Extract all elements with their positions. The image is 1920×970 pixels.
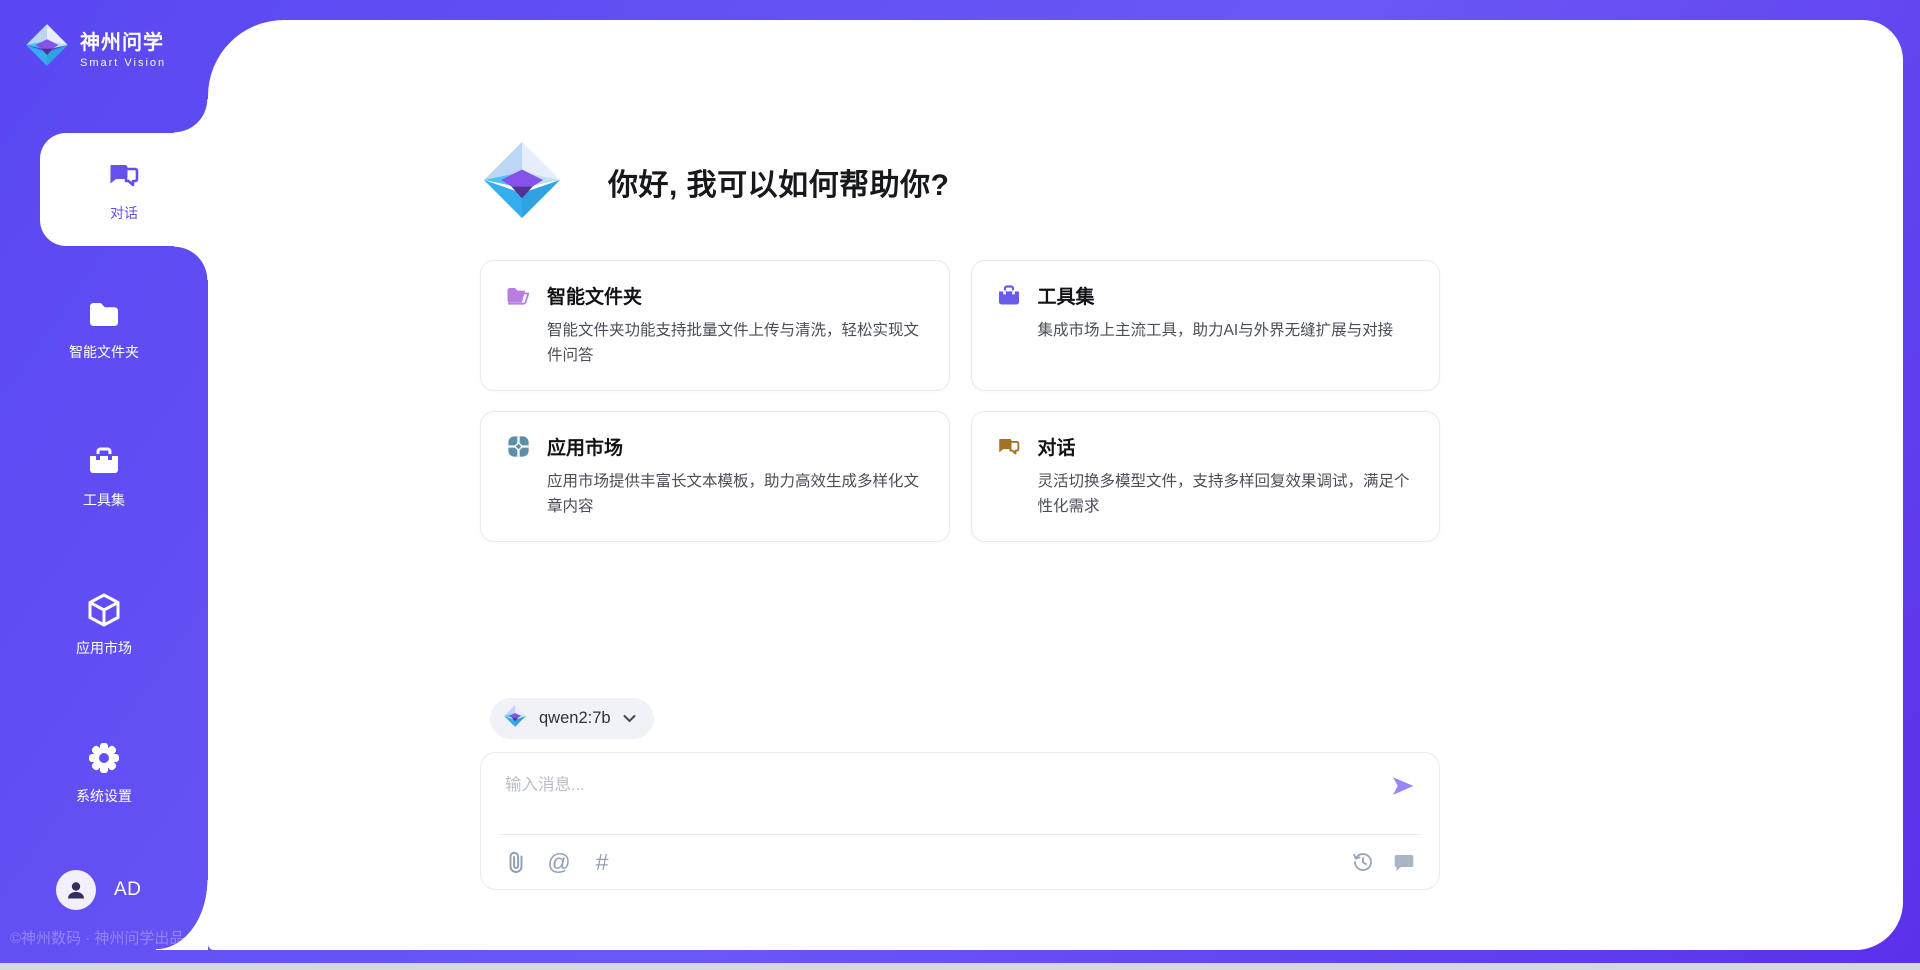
card-chat[interactable]: 对话 灵活切换多模型文件，支持多样回复效果调试，满足个性化需求	[971, 411, 1441, 542]
brand: 神州问学 Smart Vision	[24, 22, 166, 73]
main-content: 你好, 我可以如何帮助你? 智能文件夹 智能文件夹功能支持批量文件上传与清洗，轻…	[480, 0, 1440, 970]
sidebar: 神州问学 Smart Vision 对话 智能文件夹	[0, 0, 208, 970]
apps-icon	[505, 434, 531, 460]
sidebar-item-folders[interactable]: 智能文件夹	[0, 295, 208, 362]
history-icon[interactable]	[1350, 849, 1376, 875]
brand-name: 神州问学	[80, 26, 166, 55]
message-composer: @ #	[480, 752, 1440, 890]
attachment-icon[interactable]	[503, 849, 529, 875]
chat-icon	[105, 157, 143, 195]
sidebar-item-label: 应用市场	[76, 638, 132, 658]
model-selector[interactable]: qwen2:7b	[490, 698, 654, 739]
folder-icon	[85, 295, 123, 333]
chevron-down-icon	[623, 710, 636, 728]
folder-icon	[505, 283, 531, 309]
card-description: 智能文件夹功能支持批量文件上传与清洗，轻松实现文件问答	[547, 318, 925, 368]
chat-bubble-icon[interactable]	[1391, 849, 1417, 875]
card-title: 智能文件夹	[547, 282, 642, 309]
copyright: ©神州数码 · 神州问学出品	[10, 927, 184, 948]
sidebar-item-chat[interactable]: 对话	[40, 133, 208, 246]
card-description: 应用市场提供丰富长文本模板，助力高效生成多样化文章内容	[547, 469, 925, 519]
sidebar-item-app-market[interactable]: 应用市场	[0, 591, 208, 658]
card-title: 对话	[1038, 433, 1076, 460]
feature-cards: 智能文件夹 智能文件夹功能支持批量文件上传与清洗，轻松实现文件问答 工具集 集成…	[480, 260, 1440, 542]
brand-subtitle: Smart Vision	[80, 57, 166, 69]
greeting-logo-icon	[480, 138, 564, 227]
card-title: 应用市场	[547, 433, 623, 460]
send-icon[interactable]	[1389, 772, 1417, 800]
model-name: qwen2:7b	[539, 709, 611, 728]
card-toolset[interactable]: 工具集 集成市场上主流工具，助力AI与外界无缝扩展与对接	[971, 260, 1441, 391]
user-initials: AD	[114, 879, 141, 901]
sidebar-item-label: 工具集	[83, 490, 125, 510]
mention-icon[interactable]: @	[546, 849, 572, 875]
greeting-row: 你好, 我可以如何帮助你?	[480, 140, 1440, 224]
user-profile[interactable]: AD	[56, 870, 141, 910]
sidebar-item-label: 智能文件夹	[69, 342, 139, 362]
card-app-market[interactable]: 应用市场 应用市场提供丰富长文本模板，助力高效生成多样化文章内容	[480, 411, 950, 542]
avatar	[56, 870, 96, 910]
message-input[interactable]	[505, 771, 1363, 825]
greeting-text: 你好, 我可以如何帮助你?	[608, 160, 950, 204]
briefcase-icon	[85, 443, 123, 481]
model-logo-icon	[503, 704, 527, 733]
model-selector-row: qwen2:7b	[480, 698, 1440, 739]
card-title: 工具集	[1038, 282, 1095, 309]
briefcase-icon	[996, 283, 1022, 309]
card-description: 集成市场上主流工具，助力AI与外界无缝扩展与对接	[1038, 318, 1416, 343]
hashtag-icon[interactable]: #	[589, 849, 615, 875]
card-description: 灵活切换多模型文件，支持多样回复效果调试，满足个性化需求	[1038, 469, 1416, 519]
chat-icon	[996, 434, 1022, 460]
sidebar-item-label: 系统设置	[76, 786, 132, 806]
gear-icon	[85, 739, 123, 777]
sidebar-item-settings[interactable]: 系统设置	[0, 739, 208, 806]
card-smart-folder[interactable]: 智能文件夹 智能文件夹功能支持批量文件上传与清洗，轻松实现文件问答	[480, 260, 950, 391]
cube-icon	[85, 591, 123, 629]
brand-logo-icon	[24, 22, 70, 73]
sidebar-item-toolset[interactable]: 工具集	[0, 443, 208, 510]
composer-divider	[499, 834, 1421, 835]
sidebar-item-label: 对话	[110, 203, 138, 223]
